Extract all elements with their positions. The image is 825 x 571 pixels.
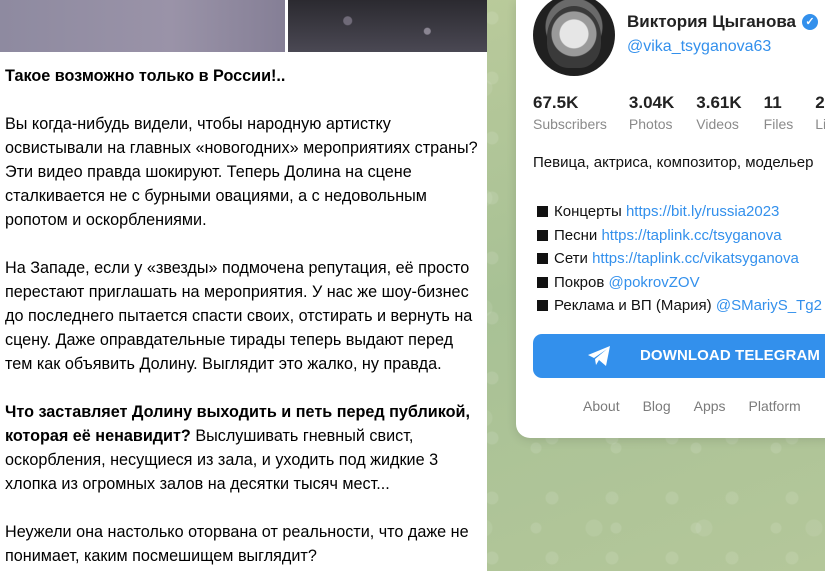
- post-paragraph: На Западе, если у «звезды» подмочена реп…: [5, 259, 473, 373]
- post-paragraph: Такое возможно только в России!..: [5, 67, 286, 85]
- link-url[interactable]: https://taplink.cc/tsyganova: [601, 227, 781, 244]
- stat-subscribers: 67.5K Subscribers: [533, 93, 607, 132]
- post-photo[interactable]: [0, 0, 285, 52]
- post-paragraph: Что заставляет Долину выходить и петь пе…: [5, 403, 470, 493]
- stat-links[interactable]: 2 Li: [815, 93, 825, 135]
- stat-videos[interactable]: 3.61K Videos: [696, 93, 741, 135]
- footer-link-about[interactable]: About: [583, 398, 620, 414]
- link-url[interactable]: https://bit.ly/russia2023: [626, 203, 779, 220]
- link-pokrov: Покров @pokrovZOV: [537, 271, 822, 295]
- post-media-row: [0, 0, 487, 52]
- link-ads: Реклама и ВП (Мария) @SMariyS_Tg2: [537, 294, 822, 318]
- footer-link-apps[interactable]: Apps: [694, 398, 726, 414]
- bullet-icon: [537, 300, 548, 311]
- bullet-icon: [537, 276, 548, 288]
- bullet-icon: [537, 206, 548, 217]
- channel-name-row: Виктория Цыганова ✓: [627, 12, 819, 32]
- bullet-icon: [537, 229, 548, 241]
- link-concerts: Концерты https://bit.ly/russia2023: [537, 200, 822, 224]
- channel-username[interactable]: @vika_tsyganova63: [627, 38, 771, 56]
- post-paragraph: Вы когда-нибудь видели, чтобы народную а…: [5, 115, 478, 229]
- channel-avatar[interactable]: [533, 0, 615, 76]
- verified-check-icon: ✓: [802, 14, 819, 30]
- link-url[interactable]: @pokrovZOV: [609, 274, 700, 291]
- post-paragraph: Неужели она настолько оторвана от реальн…: [5, 523, 469, 565]
- post-text: Такое возможно только в России!.. Вы ког…: [0, 52, 487, 568]
- stat-files[interactable]: 11 Files: [764, 93, 794, 135]
- link-songs: Песни https://taplink.cc/tsyganova: [537, 224, 822, 248]
- footer-link-platform[interactable]: Platform: [749, 398, 801, 414]
- footer-links: About Blog Apps Platform: [583, 398, 824, 414]
- post-photo[interactable]: [288, 0, 487, 52]
- footer-link-blog[interactable]: Blog: [643, 398, 671, 414]
- channel-stats: 67.5K Subscribers 3.04K Photos 3.61K Vid…: [533, 93, 825, 135]
- channel-post: Такое возможно только в России!.. Вы ког…: [0, 0, 487, 571]
- channel-name: Виктория Цыганова: [627, 12, 797, 31]
- channel-links: Концерты https://bit.ly/russia2023 Песни…: [537, 200, 822, 318]
- channel-bio: Певица, актриса, композитор, модельер: [533, 154, 814, 171]
- channel-profile-card: Виктория Цыганова ✓ @vika_tsyganova63 67…: [516, 0, 825, 438]
- link-url[interactable]: @SMariyS_Tg2: [716, 297, 822, 314]
- download-telegram-button[interactable]: DOWNLOAD TELEGRAM: [533, 334, 825, 378]
- telegram-plane-icon: [588, 346, 610, 366]
- stat-photos[interactable]: 3.04K Photos: [629, 93, 674, 135]
- link-url[interactable]: https://taplink.cc/vikatsyganova: [592, 250, 799, 267]
- bullet-icon: [537, 253, 548, 264]
- link-socials: Сети https://taplink.cc/vikatsyganova: [537, 247, 822, 271]
